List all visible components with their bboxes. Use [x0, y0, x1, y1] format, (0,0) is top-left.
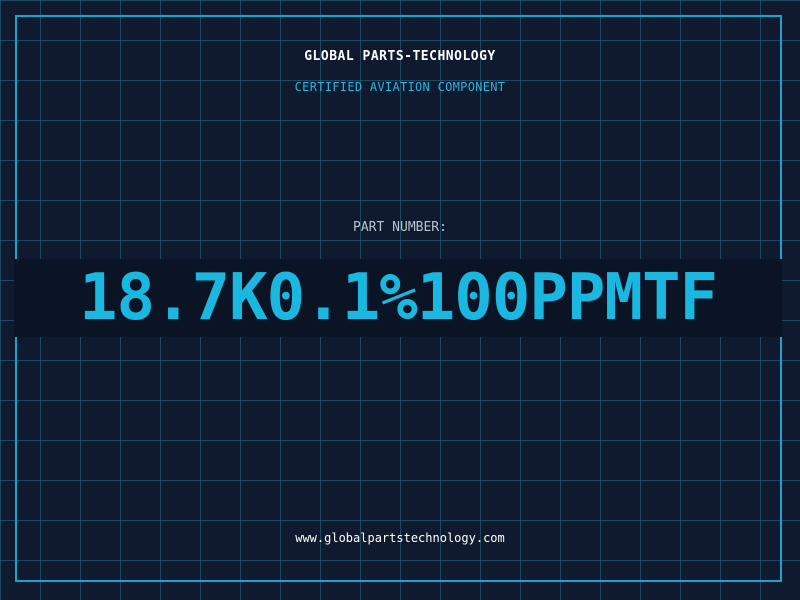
website-url[interactable]: www.globalpartstechnology.com [0, 531, 800, 545]
brand-subtitle: CERTIFIED AVIATION COMPONENT [294, 80, 506, 94]
part-number-value: 18.7K0.1%100PPMTF [78, 261, 718, 335]
part-number-label: PART NUMBER: [353, 220, 447, 235]
brand-title: GLOBAL PARTS-TECHNOLOGY [304, 49, 496, 64]
part-number-band: 18.7K0.1%100PPMTF [14, 259, 782, 337]
